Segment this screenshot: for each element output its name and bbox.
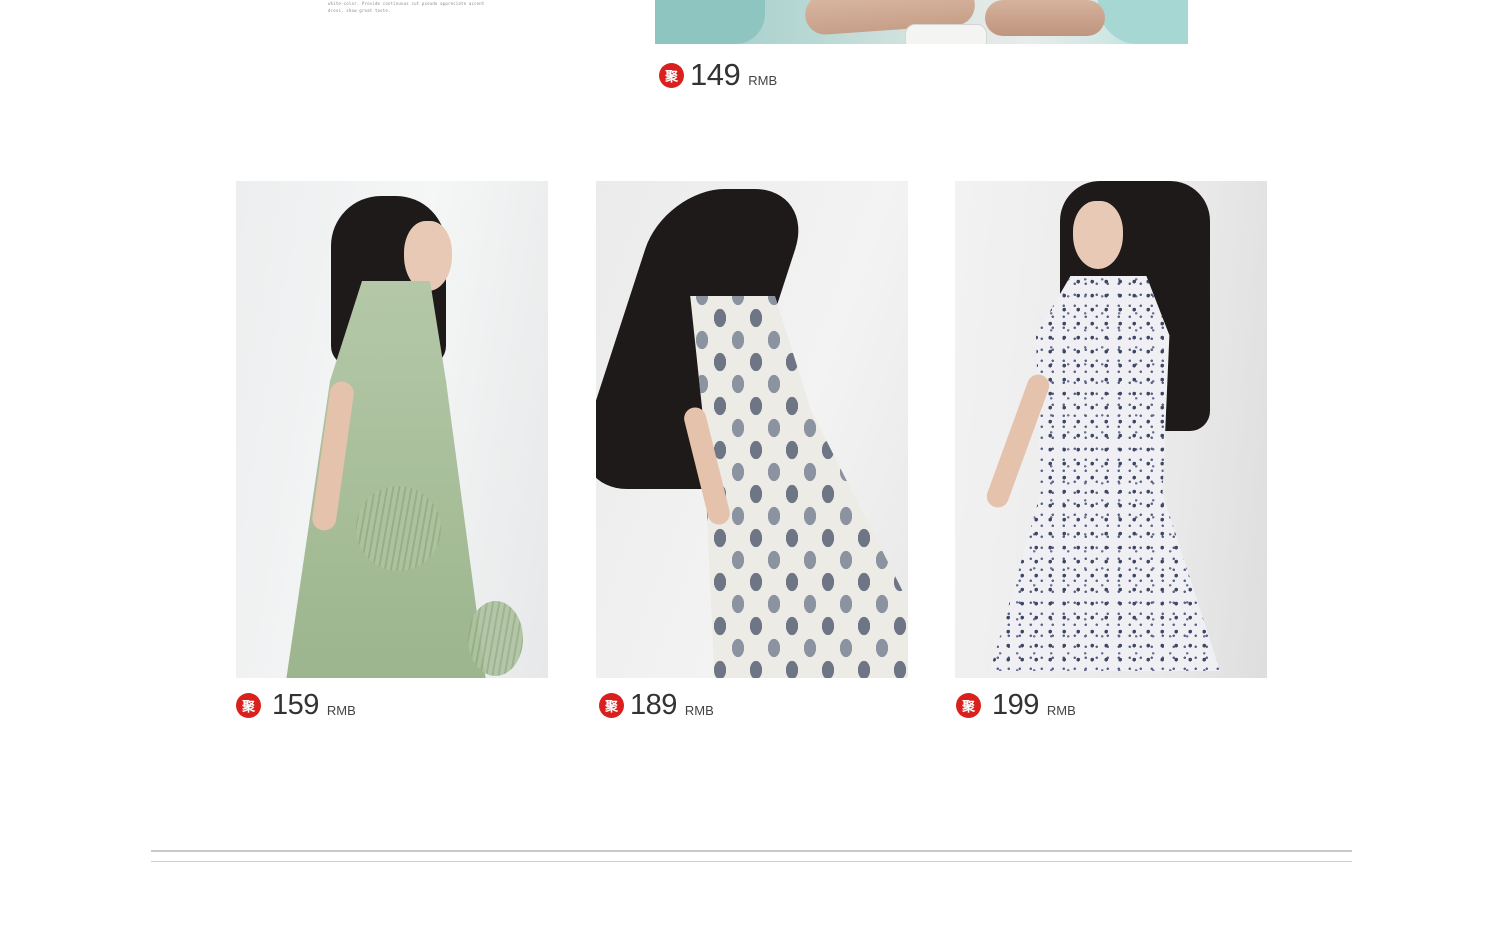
price-amount: 199 — [992, 689, 1039, 721]
ju-badge-icon: 聚 — [659, 63, 684, 88]
price-amount: 189 — [630, 689, 677, 721]
product-photo-floral-shirt-dress[interactable] — [955, 181, 1267, 678]
ju-badge-icon: 聚 — [599, 693, 624, 718]
product-price-floral-shirt-dress: 聚 199 RMB — [956, 690, 1076, 720]
section-divider — [151, 850, 1352, 852]
section-divider-secondary — [151, 861, 1352, 862]
top-product-price: 聚 149 RMB — [659, 57, 778, 92]
price-unit: RMB — [748, 73, 778, 88]
price-amount: 149 — [690, 57, 741, 92]
ju-badge-icon: 聚 — [236, 693, 261, 718]
top-product-photo[interactable] — [655, 0, 1188, 44]
price-unit: RMB — [1046, 703, 1076, 718]
product-photo-leaf-print-dress[interactable] — [596, 181, 908, 678]
price-unit: RMB — [326, 703, 356, 718]
product-price-green-dress: 聚 159 RMB — [236, 690, 356, 720]
ju-badge-icon: 聚 — [956, 693, 981, 718]
price-unit: RMB — [684, 703, 714, 718]
product-photo-green-dress[interactable] — [236, 181, 548, 678]
product-description-fragment: white-color. Provide continuous cut pseu… — [328, 1, 485, 13]
product-price-leaf-print-dress: 聚 189 RMB — [599, 690, 714, 720]
price-amount: 159 — [272, 689, 319, 721]
